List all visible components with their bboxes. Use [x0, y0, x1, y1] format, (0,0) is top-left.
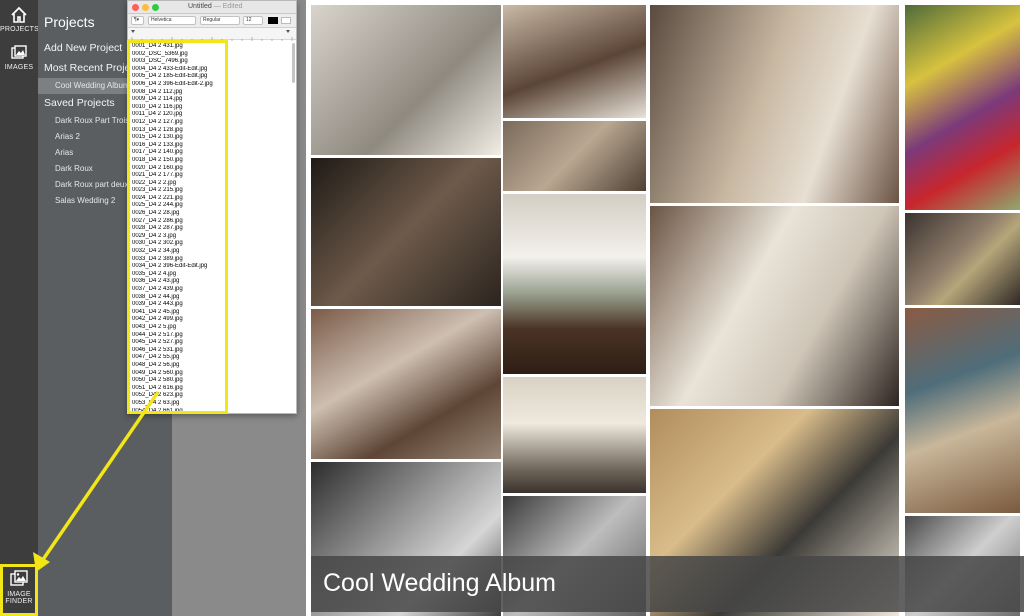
document-name: Untitled: [188, 3, 212, 10]
photo-thumbnail[interactable]: [311, 5, 501, 155]
image-finder-icon: [10, 570, 28, 586]
photo-thumbnail[interactable]: [503, 121, 646, 191]
photo-thumbnail[interactable]: [905, 213, 1020, 305]
images-icon: [11, 45, 27, 59]
file-list-line: 0026_D4 2 28.jpg: [132, 210, 180, 217]
file-list-line: 0046_D4 2 531.jpg: [132, 346, 183, 353]
file-list-line: 0013_D4 2 128.jpg: [132, 126, 183, 133]
photo-thumbnail[interactable]: [650, 206, 899, 406]
album-caption-bar: Cool Wedding Album: [311, 556, 1024, 612]
highlight-color-swatch[interactable]: [281, 17, 291, 24]
file-list-line: 0012_D4 2 127.jpg: [132, 118, 183, 125]
photo-thumbnail[interactable]: [905, 5, 1020, 210]
font-style-select[interactable]: Regular: [200, 16, 240, 25]
file-list-line: 0023_D4 2 215.jpg: [132, 187, 183, 194]
app-window: PROJECTS IMAGES IMAGE FINDER Projects Ad…: [0, 0, 1024, 616]
home-icon: [11, 6, 27, 23]
image-finder-label-1: IMAGE: [7, 591, 31, 598]
file-list-line: 0050_D4 2 580.jpg: [132, 377, 183, 384]
paragraph-style-select[interactable]: ¶▾: [131, 16, 144, 25]
file-list-line: 0015_D4 2 130.jpg: [132, 134, 183, 141]
photo-thumbnail[interactable]: [503, 377, 646, 493]
photo-thumbnail[interactable]: [311, 309, 501, 459]
document-text[interactable]: 0001_D4 2 431.jpg 0002_DSC_5369.jpg 0003_D…: [132, 43, 284, 414]
close-icon[interactable]: [132, 4, 139, 11]
file-list-line: 0041_D4 2 45.jpg: [132, 308, 180, 315]
ruler: [128, 28, 296, 41]
file-list-line: 0047_D4 2 55.jpg: [132, 354, 180, 361]
file-list-line: 0049_D4 2 560.jpg: [132, 369, 183, 376]
file-list-line: 0037_D4 2 439.jpg: [132, 286, 183, 292]
scrollbar-thumb[interactable]: [292, 43, 295, 83]
file-list-line: 0035_D4 2 4.jpg: [132, 270, 177, 277]
icon-rail: PROJECTS IMAGES IMAGE FINDER: [0, 0, 39, 616]
file-list-line: 0003_DSC_7496.jpg: [132, 58, 188, 65]
file-list-line: 0052_D4 2 623.jpg: [132, 392, 183, 399]
photo-thumbnail[interactable]: [311, 158, 501, 306]
textedit-window[interactable]: Untitled — Edited ¶▾ Helvetica Regular 1…: [127, 0, 297, 414]
file-list-line: 0053_D4 2 63.jpg: [132, 399, 180, 406]
projects-nav-label: PROJECTS: [0, 26, 39, 33]
file-list-line: 0048_D4 2 56.jpg: [132, 361, 180, 368]
photo-thumbnail[interactable]: [503, 194, 646, 374]
panel-title: Projects: [44, 14, 95, 30]
file-list-line: 0044_D4 2 517.jpg: [132, 331, 183, 338]
file-list-line: 0011_D4 2 120.jpg: [132, 111, 183, 118]
minimize-icon[interactable]: [142, 4, 149, 11]
file-list-line: 0034_D4 2 396-Edit-Edit.jpg: [132, 263, 208, 270]
file-list-line: 0009_D4 2 114.jpg: [132, 96, 183, 103]
font-family-select[interactable]: Helvetica: [148, 16, 196, 25]
file-list-line: 0025_D4 2 244.jpg: [132, 202, 183, 209]
file-list-line: 0021_D4 2 177.jpg: [132, 172, 183, 179]
file-list-line: 0038_D4 2 44.jpg: [132, 293, 180, 300]
file-list-line: 0016_D4 2 133.jpg: [132, 141, 183, 148]
file-list-line: 0006_D4 2 396-Edit-Edit-2.jpg: [132, 80, 213, 87]
file-list-line: 0029_D4 2 3.jpg: [132, 232, 177, 239]
file-list-line: 0005_D4 2 185-Edit-Edit.jpg: [132, 73, 208, 80]
file-list-line: 0004_D4 2 433-Edit-Edit.jpg: [132, 65, 208, 72]
file-list-line: 0043_D4 2 5.jpg: [132, 323, 177, 330]
file-list-line: 0045_D4 2 527.jpg: [132, 339, 183, 346]
ruler-ticks: [131, 30, 293, 41]
photo-thumbnail[interactable]: [503, 5, 646, 118]
photo-thumbnail[interactable]: [905, 308, 1020, 513]
file-list-line: 0022_D4 2 2.jpg: [132, 179, 177, 186]
image-finder-label-2: FINDER: [5, 598, 33, 605]
album-title: Cool Wedding Album: [323, 569, 557, 597]
format-toolbar: ¶▾ Helvetica Regular 12: [128, 14, 296, 28]
file-list-line: 0039_D4 2 443.jpg: [132, 301, 183, 308]
file-list-line: 0032_D4 2 34.jpg: [132, 248, 180, 255]
file-list-line: 0024_D4 2 221.jpg: [132, 194, 183, 201]
document-status: — Edited: [213, 3, 243, 10]
zoom-icon[interactable]: [152, 4, 159, 11]
file-list-line: 0030_D4 2 302.jpg: [132, 240, 183, 247]
file-list-line: 0002_DSC_5369.jpg: [132, 50, 188, 57]
file-list-line: 0017_D4 2 140.jpg: [132, 149, 183, 156]
photo-grid: [306, 0, 1024, 616]
images-nav-button[interactable]: IMAGES: [0, 44, 38, 71]
file-list-line: 0001_D4 2 431.jpg: [132, 43, 183, 49]
file-list-line: 0036_D4 2 43.jpg: [132, 278, 180, 285]
file-list-line: 0042_D4 2 499.jpg: [132, 316, 183, 323]
text-color-swatch[interactable]: [268, 17, 278, 24]
projects-nav-button[interactable]: PROJECTS: [0, 6, 39, 33]
photo-thumbnail[interactable]: [650, 5, 899, 203]
file-list-line: 0051_D4 2 616.jpg: [132, 384, 183, 391]
file-list-line: 0008_D4 2 112.jpg: [132, 88, 183, 95]
file-list-line: 0054_D4 2 661.jpg: [132, 407, 183, 414]
font-size-select[interactable]: 12: [243, 16, 263, 25]
file-list-line: 0020_D4 2 160.jpg: [132, 164, 183, 171]
file-list-line: 0033_D4 2 389.jpg: [132, 255, 183, 262]
file-list-line: 0027_D4 2 286.jpg: [132, 217, 183, 224]
textedit-title: Untitled — Edited: [188, 3, 242, 10]
file-list-line: 0018_D4 2 150.jpg: [132, 156, 183, 163]
file-list-line: 0028_D4 2 287.jpg: [132, 225, 183, 232]
images-nav-label: IMAGES: [4, 64, 34, 71]
textedit-titlebar[interactable]: Untitled — Edited: [128, 1, 296, 14]
file-list-line: 0010_D4 2 116.jpg: [132, 103, 183, 110]
image-finder-button[interactable]: IMAGE FINDER: [1, 566, 37, 614]
